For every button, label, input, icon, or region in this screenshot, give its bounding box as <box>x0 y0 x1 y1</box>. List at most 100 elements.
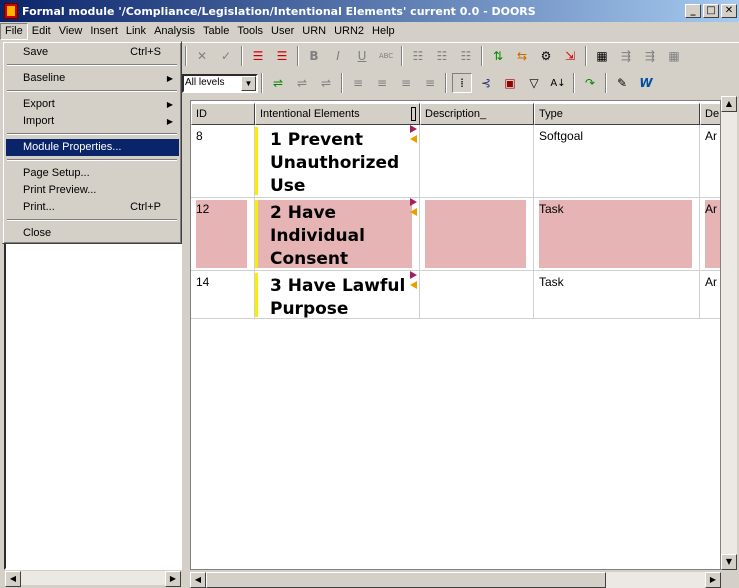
menu-view[interactable]: View <box>55 23 87 40</box>
column-header-extra[interactable]: De <box>700 103 720 125</box>
submenu-arrow-icon: ▶ <box>166 117 173 126</box>
menu-help[interactable]: Help <box>368 23 399 40</box>
graphics-mode-icon[interactable]: ▣ <box>500 73 520 93</box>
scroll-thumb[interactable] <box>206 572 606 588</box>
column-header-description[interactable]: Description_ <box>420 103 534 125</box>
insert-column-icon[interactable]: ⇶ <box>616 46 636 66</box>
toolbar-separator <box>585 45 587 66</box>
table-icon[interactable]: ▦ <box>592 46 612 66</box>
strikethrough-icon[interactable]: ABC <box>376 46 396 66</box>
chevron-down-icon[interactable]: ▼ <box>241 75 256 91</box>
table-row[interactable]: 12 2 Have Individual Consent Task Ar <box>191 198 720 271</box>
grid-vertical-scrollbar[interactable]: ▲ ▼ <box>721 96 737 570</box>
italic-icon[interactable]: I <box>328 46 348 66</box>
cell-description <box>420 198 534 270</box>
word-export-icon[interactable]: W <box>636 73 656 93</box>
cell-type: Task <box>534 271 700 318</box>
scroll-left-icon[interactable]: ◀ <box>190 572 206 588</box>
link-arrows-icon[interactable]: ⇌ <box>316 73 336 93</box>
scroll-left-icon[interactable]: ◀ <box>5 571 21 587</box>
toolbar-separator <box>401 45 403 66</box>
column-header-label: Intentional Elements <box>260 108 360 120</box>
justify-icon[interactable]: ≡ <box>420 73 440 93</box>
toolbar-view: All levels ▼ ⇌ ⇌ ⇌ ≡ ≡ ≡ ≡ ⁞ ⊰ ▣ ▽ A↓ ↷ … <box>182 70 739 96</box>
toolbar-separator <box>341 73 343 93</box>
menu-item-baseline[interactable]: Baseline ▶ <box>6 70 179 87</box>
properties-icon[interactable]: ⚙ <box>536 46 556 66</box>
refresh-icon[interactable]: ↷ <box>580 73 600 93</box>
menu-item-label: Save <box>23 46 49 58</box>
outline-icon[interactable]: ⁞ <box>452 73 472 93</box>
scroll-right-icon[interactable]: ▶ <box>705 572 721 588</box>
column-resize-handle-icon[interactable] <box>411 107 416 121</box>
menu-item-label: Page Setup... <box>23 167 90 179</box>
menu-item-close[interactable]: Close <box>6 225 179 242</box>
insert-row-icon[interactable]: ⇶ <box>640 46 660 66</box>
align-right-icon[interactable]: ≡ <box>396 73 416 93</box>
explorer-horizontal-scrollbar[interactable]: ◀ ▶ <box>4 570 182 587</box>
menu-item-page-setup[interactable]: Page Setup... <box>6 165 179 182</box>
menu-item-print[interactable]: Print... Ctrl+P <box>6 199 179 216</box>
table-row[interactable]: 14 3 Have Lawful Purpose Task Ar <box>191 271 720 319</box>
filter-icon[interactable]: ▽ <box>524 73 544 93</box>
menu-user[interactable]: User <box>267 23 298 40</box>
menu-item-module-properties[interactable]: Module Properties... <box>6 139 179 156</box>
menu-table[interactable]: Table <box>199 23 233 40</box>
column-header-intentional-elements[interactable]: Intentional Elements <box>255 103 420 125</box>
insert-object-above-icon[interactable]: ☰ <box>248 46 268 66</box>
grid-horizontal-scrollbar[interactable]: ◀ ▶ <box>190 572 721 588</box>
spellcheck-icon[interactable]: ✎ <box>612 73 632 93</box>
menu-edit[interactable]: Edit <box>28 23 55 40</box>
outdent-icon[interactable]: ☷ <box>456 46 476 66</box>
insert-object-below-icon[interactable]: ☰ <box>272 46 292 66</box>
align-center-icon[interactable]: ≡ <box>372 73 392 93</box>
menu-item-export[interactable]: Export ▶ <box>6 96 179 113</box>
cell-extra-text: Ar <box>705 202 717 216</box>
cell-heading: 2 Have Individual Consent <box>255 198 420 270</box>
menu-item-save[interactable]: Save Ctrl+S <box>6 44 179 61</box>
link-start-icon[interactable]: ⇅ <box>488 46 508 66</box>
menu-tools[interactable]: Tools <box>233 23 267 40</box>
maximize-button[interactable]: □ <box>703 4 719 18</box>
link-end-icon[interactable]: ⇆ <box>512 46 532 66</box>
table-row[interactable]: 8 1 Prevent Unauthorized Use Softgoal Ar <box>191 125 720 198</box>
toolbar-separator <box>445 73 447 93</box>
tree-icon[interactable]: ⊰ <box>476 73 496 93</box>
indent-icon[interactable]: ☷ <box>432 46 452 66</box>
scroll-up-icon[interactable]: ▲ <box>721 96 737 112</box>
minimize-button[interactable]: _ <box>685 4 701 18</box>
bullet-list-icon[interactable]: ☷ <box>408 46 428 66</box>
toolbar-separator <box>573 73 575 93</box>
delete-icon[interactable]: ✕ <box>192 46 212 66</box>
menu-insert[interactable]: Insert <box>86 23 122 40</box>
show-links-icon[interactable]: ⇌ <box>268 73 288 93</box>
menu-link[interactable]: Link <box>122 23 150 40</box>
toolbar-separator <box>297 45 299 66</box>
menu-file[interactable]: File <box>0 23 28 40</box>
underline-icon[interactable]: U <box>352 46 372 66</box>
filter-links-icon[interactable]: ⇲ <box>560 46 580 66</box>
sort-icon[interactable]: A↓ <box>548 73 568 93</box>
submenu-arrow-icon: ▶ <box>166 74 173 83</box>
hide-links-icon[interactable]: ⇌ <box>292 73 312 93</box>
menu-urn2[interactable]: URN2 <box>330 23 368 40</box>
levels-select[interactable]: All levels ▼ <box>182 73 258 93</box>
menu-item-label: Module Properties... <box>23 141 122 153</box>
check-icon[interactable]: ✓ <box>216 46 236 66</box>
doors-app-icon <box>4 3 18 19</box>
bold-icon[interactable]: B <box>304 46 324 66</box>
scroll-right-icon[interactable]: ▶ <box>165 571 181 587</box>
menu-analysis[interactable]: Analysis <box>150 23 199 40</box>
menu-item-label: Print... <box>23 201 55 213</box>
column-header-type[interactable]: Type <box>534 103 700 125</box>
scroll-down-icon[interactable]: ▼ <box>721 554 737 570</box>
align-left-icon[interactable]: ≡ <box>348 73 368 93</box>
table-grid-icon[interactable]: ▦ <box>664 46 684 66</box>
toolbar-separator <box>241 45 243 66</box>
submenu-arrow-icon: ▶ <box>166 100 173 109</box>
menu-urn[interactable]: URN <box>298 23 330 40</box>
column-header-id[interactable]: ID <box>191 103 255 125</box>
menu-item-print-preview[interactable]: Print Preview... <box>6 182 179 199</box>
close-button[interactable]: ✕ <box>721 4 737 18</box>
menu-item-import[interactable]: Import ▶ <box>6 113 179 130</box>
